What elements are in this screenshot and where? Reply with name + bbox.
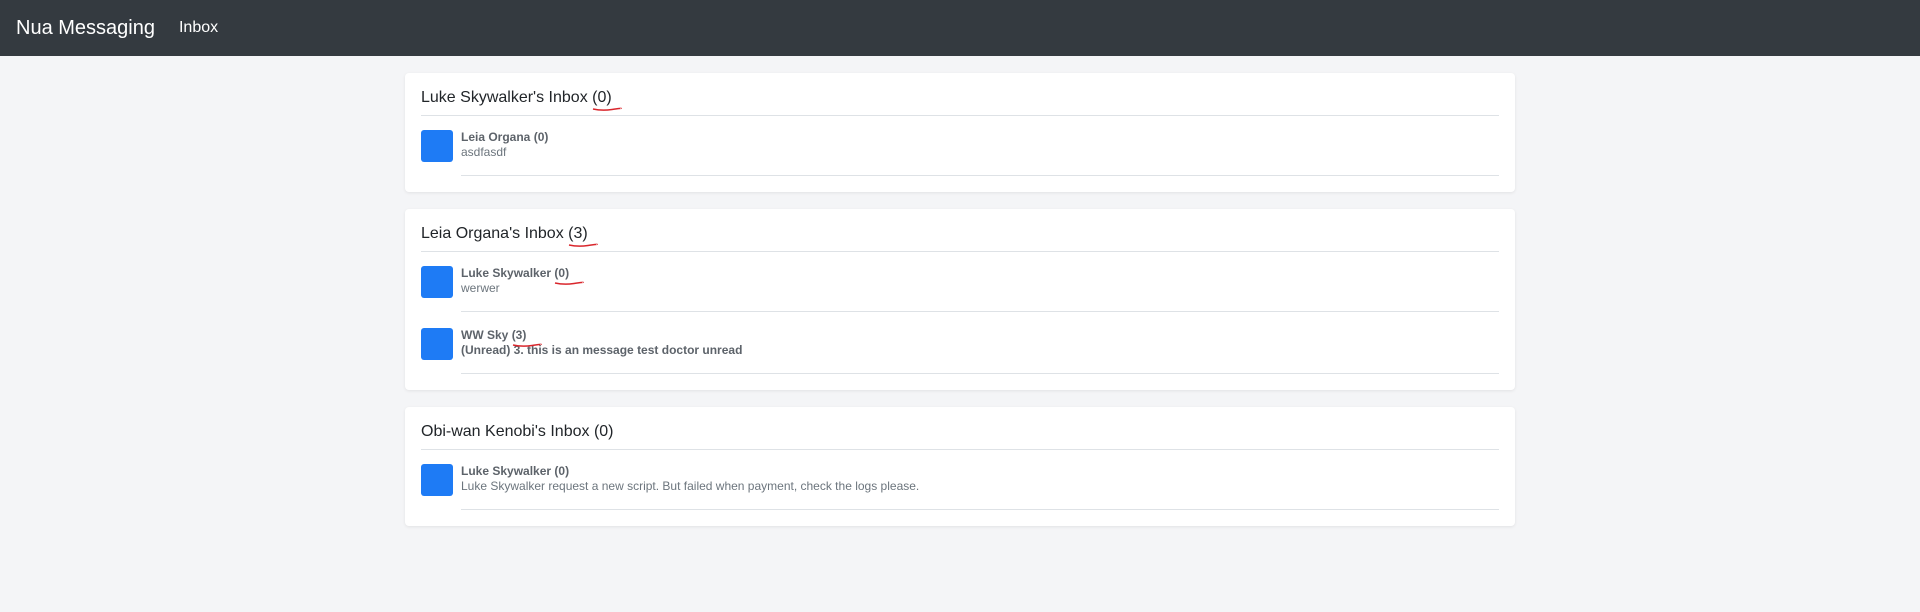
sender-count: (0) <box>554 266 585 285</box>
inbox-count: (0) <box>592 89 622 111</box>
message-sender: Leia Organa (0) <box>461 130 1499 145</box>
message-preview: (Unread) 3. this is an message test doct… <box>461 343 743 357</box>
inbox-title: Obi-wan Kenobi's Inbox (0) <box>421 423 1499 450</box>
sender-count-value: (0) <box>554 266 570 280</box>
nav-link-inbox[interactable]: Inbox <box>179 19 218 37</box>
message-body: Luke Skywalker (0) Luke Skywalker reques… <box>461 464 1499 510</box>
avatar <box>421 464 453 496</box>
message-body: Luke Skywalker (0) werwer <box>461 266 1499 312</box>
inbox-count-value: (3) <box>568 225 588 242</box>
avatar <box>421 266 453 298</box>
red-underline-mark <box>592 107 622 111</box>
brand-link[interactable]: Nua Messaging <box>16 17 155 40</box>
avatar <box>421 328 453 360</box>
sender-count-value: (3) <box>511 328 527 342</box>
inbox-card: Leia Organa's Inbox (3) Luke Skywalker (… <box>405 209 1515 390</box>
sender-name: Luke Skywalker <box>461 464 552 478</box>
sender-count: (0) <box>554 464 570 478</box>
message-sender: Luke Skywalker (0) <box>461 464 1499 479</box>
inbox-card: Luke Skywalker's Inbox (0) Leia Organa (… <box>405 73 1515 192</box>
sender-count: (3) <box>511 328 542 347</box>
inbox-list: Luke Skywalker's Inbox (0) Leia Organa (… <box>405 73 1515 526</box>
sender-name: WW Sky <box>461 328 509 342</box>
inbox-owner: Luke Skywalker's Inbox <box>421 89 588 106</box>
message-sender: WW Sky (3) <box>461 328 1499 347</box>
inbox-owner: Leia Organa's Inbox <box>421 225 564 242</box>
message-body: Leia Organa (0) asdfasdf <box>461 130 1499 176</box>
inbox-title: Luke Skywalker's Inbox (0) <box>421 89 1499 116</box>
sender-count: (0) <box>533 130 549 144</box>
inbox-card: Obi-wan Kenobi's Inbox (0) Luke Skywalke… <box>405 407 1515 526</box>
inbox-title: Leia Organa's Inbox (3) <box>421 225 1499 252</box>
inbox-count: (0) <box>593 423 614 440</box>
message-item[interactable]: Luke Skywalker (0) werwer <box>421 266 1499 328</box>
message-sender: Luke Skywalker (0) <box>461 266 1499 285</box>
message-item[interactable]: Luke Skywalker (0) Luke Skywalker reques… <box>421 464 1499 510</box>
red-underline-mark <box>568 243 598 247</box>
message-item[interactable]: Leia Organa (0) asdfasdf <box>421 130 1499 176</box>
top-navbar: Nua Messaging Inbox <box>0 0 1920 56</box>
sender-name: Leia Organa <box>461 130 531 144</box>
message-item[interactable]: WW Sky (3) (Unread) 3. this is an messag… <box>421 328 1499 374</box>
inbox-count: (3) <box>568 225 598 247</box>
sender-name: Luke Skywalker <box>461 266 552 280</box>
message-preview: Luke Skywalker request a new script. But… <box>461 479 920 493</box>
message-body: WW Sky (3) (Unread) 3. this is an messag… <box>461 328 1499 374</box>
message-preview: asdfasdf <box>461 145 507 159</box>
message-preview: werwer <box>461 281 500 295</box>
inbox-owner: Obi-wan Kenobi's Inbox <box>421 423 590 440</box>
inbox-count-value: (0) <box>592 89 612 106</box>
avatar <box>421 130 453 162</box>
